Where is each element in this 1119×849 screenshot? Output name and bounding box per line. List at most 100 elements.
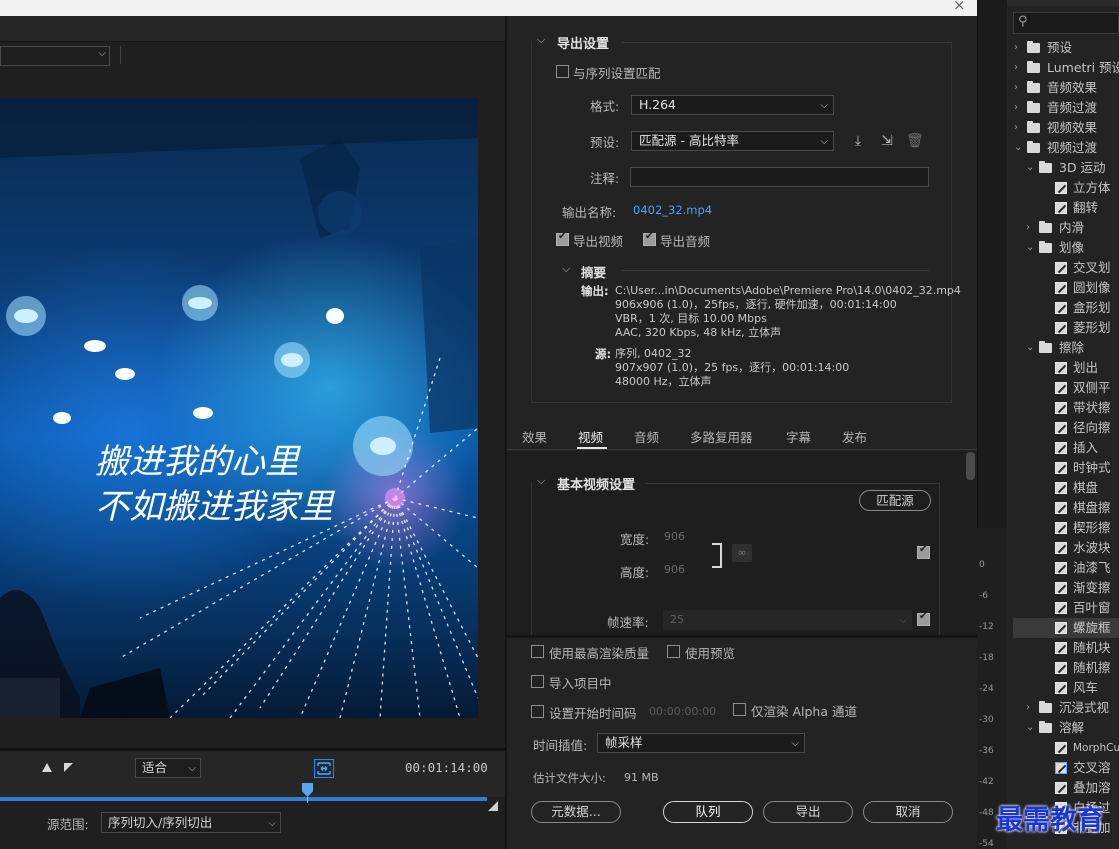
- meter-tick-label: -6: [979, 591, 988, 601]
- effects-tree-item[interactable]: › 沉浸式视: [1013, 698, 1119, 718]
- summary-header[interactable]: ⌵ 摘要: [562, 262, 606, 281]
- effects-tree-item[interactable]: 划出: [1013, 358, 1119, 378]
- time-interpolation-dropdown[interactable]: 帧采样 ⌵: [597, 733, 805, 753]
- output-name-link[interactable]: 0402_32.mp4: [633, 203, 712, 217]
- effects-tree-item[interactable]: 交叉溶: [1013, 758, 1119, 778]
- set-start-timecode-checkbox[interactable]: [531, 705, 544, 718]
- save-preset-icon[interactable]: ⤓: [850, 133, 866, 149]
- effects-tree-item[interactable]: 时钟式: [1013, 458, 1119, 478]
- effects-tree-item[interactable]: 棋盘: [1013, 478, 1119, 498]
- link-icon[interactable]: ∞: [732, 544, 752, 562]
- delete-preset-icon[interactable]: 🗑: [906, 133, 924, 149]
- export-button[interactable]: 导出: [763, 801, 853, 823]
- import-into-project-checkbox[interactable]: [531, 675, 544, 688]
- effects-tree-item[interactable]: 渐变擦: [1013, 578, 1119, 598]
- video-settings-scrollbar[interactable]: [966, 452, 975, 480]
- set-in-point-icon[interactable]: [42, 763, 52, 772]
- chevron-right-icon[interactable]: ›: [1014, 38, 1018, 58]
- tab-multiplexer[interactable]: 多路复用器: [690, 427, 753, 446]
- effects-tree-item[interactable]: 百叶窗: [1013, 598, 1119, 618]
- match-sequence-checkbox[interactable]: [556, 65, 569, 78]
- effects-tree-item[interactable]: MorphCut: [1013, 738, 1119, 758]
- effects-tree-item[interactable]: ⌄ 擦除: [1013, 338, 1119, 358]
- effects-tree-item[interactable]: 楔形擦: [1013, 518, 1119, 538]
- fit-dropdown[interactable]: 适合 ⌵: [135, 758, 201, 778]
- effects-tree-item[interactable]: 圆划像: [1013, 278, 1119, 298]
- chevron-right-icon[interactable]: ›: [1014, 98, 1018, 118]
- width-value[interactable]: 906: [664, 530, 685, 543]
- effects-tree-item[interactable]: 带状擦: [1013, 398, 1119, 418]
- effects-search-input[interactable]: ⚲: [1013, 12, 1119, 34]
- frame-rate-dropdown[interactable]: 25 ⌵: [663, 610, 912, 630]
- chevron-right-icon[interactable]: ›: [1014, 78, 1018, 98]
- tab-captions[interactable]: 字幕: [786, 427, 811, 446]
- max-render-quality-checkbox[interactable]: [531, 645, 544, 658]
- render-alpha-only-checkbox[interactable]: [733, 703, 746, 716]
- comment-input[interactable]: [630, 167, 929, 187]
- set-out-point-icon[interactable]: [64, 763, 73, 772]
- effects-tree-item[interactable]: ⌄ 视频过渡: [1013, 138, 1119, 158]
- effects-tree-item[interactable]: 翻转: [1013, 198, 1119, 218]
- effects-tree-item[interactable]: 双侧平: [1013, 378, 1119, 398]
- metadata-button[interactable]: 元数据...: [531, 801, 621, 823]
- effects-tree-item[interactable]: 随机块: [1013, 638, 1119, 658]
- effects-tree-item[interactable]: › 内滑: [1013, 218, 1119, 238]
- timecode-display[interactable]: 00:01:14:00: [405, 760, 488, 775]
- effects-tree-item[interactable]: ⌄ 溶解: [1013, 718, 1119, 738]
- effects-tree-item[interactable]: 随机擦: [1013, 658, 1119, 678]
- effects-tree-item[interactable]: ⌄ 划像: [1013, 238, 1119, 258]
- effects-tree-item[interactable]: 插入: [1013, 438, 1119, 458]
- render-alpha-only-label: 仅渲染 Alpha 通道: [751, 704, 857, 719]
- chevron-right-icon[interactable]: ›: [1026, 698, 1030, 718]
- effects-tree-item[interactable]: › Lumetri 预设: [1013, 58, 1119, 78]
- effects-tree-item[interactable]: › 预设: [1013, 38, 1119, 58]
- chevron-down-icon[interactable]: ⌄: [1014, 138, 1022, 158]
- export-audio-checkbox[interactable]: [643, 231, 656, 246]
- tab-video[interactable]: 视频: [578, 427, 603, 446]
- summary-source-line-2: 907x907 (1.0)，25 fps，逐行，00:01:14:00: [615, 361, 850, 374]
- close-icon[interactable]: ×: [953, 0, 966, 14]
- tab-publish[interactable]: 发布: [842, 427, 867, 446]
- effects-tree-item[interactable]: 交叉划: [1013, 258, 1119, 278]
- effects-tree-item[interactable]: 螺旋框: [1013, 618, 1119, 638]
- cancel-button[interactable]: 取消: [863, 801, 953, 823]
- effects-tree-item[interactable]: 水波块: [1013, 538, 1119, 558]
- frame-rate-override-checkbox[interactable]: [917, 611, 930, 626]
- import-preset-icon[interactable]: ⇲: [879, 133, 895, 149]
- effects-tree-item[interactable]: › 视频效果: [1013, 118, 1119, 138]
- effects-tree-item[interactable]: › 音频效果: [1013, 78, 1119, 98]
- effects-tree-item[interactable]: 叠加溶: [1013, 778, 1119, 798]
- use-previews-checkbox[interactable]: [667, 645, 680, 658]
- effects-tree-item[interactable]: › 音频过渡: [1013, 98, 1119, 118]
- aspect-correction-icon[interactable]: [314, 759, 334, 778]
- format-dropdown[interactable]: H.264 ⌵: [631, 95, 834, 115]
- effects-tree-item[interactable]: 油漆飞: [1013, 558, 1119, 578]
- preset-dropdown[interactable]: 匹配源 - 高比特率 ⌵: [631, 131, 834, 151]
- chevron-down-icon[interactable]: ⌄: [1026, 158, 1034, 178]
- effects-tree-item[interactable]: 径向擦: [1013, 418, 1119, 438]
- chevron-right-icon[interactable]: ›: [1014, 58, 1018, 78]
- match-source-button[interactable]: 匹配源: [859, 490, 931, 511]
- export-video-checkbox[interactable]: [556, 231, 569, 246]
- chevron-down-icon[interactable]: ⌄: [1026, 338, 1034, 358]
- chevron-right-icon[interactable]: ›: [1026, 218, 1030, 238]
- height-value[interactable]: 906: [664, 563, 685, 576]
- effects-tree-item[interactable]: 风车: [1013, 678, 1119, 698]
- effects-tree-item[interactable]: 棋盘擦: [1013, 498, 1119, 518]
- source-scaling-dropdown[interactable]: ⌵: [0, 46, 110, 66]
- source-range-dropdown[interactable]: 序列切入/序列切出 ⌵: [101, 812, 281, 833]
- tab-audio[interactable]: 音频: [634, 427, 659, 446]
- chevron-down-icon[interactable]: ⌄: [1026, 718, 1034, 738]
- effects-tree-item[interactable]: 盒形划: [1013, 298, 1119, 318]
- chevron-right-icon[interactable]: ›: [1014, 118, 1018, 138]
- effects-tree-item[interactable]: 立方体: [1013, 178, 1119, 198]
- chevron-down-icon[interactable]: ⌄: [1026, 238, 1034, 258]
- effects-tree-item[interactable]: 菱形划: [1013, 318, 1119, 338]
- export-audio-label: 导出音频: [660, 234, 711, 249]
- start-timecode-value[interactable]: 00:00:00:00: [649, 705, 716, 718]
- scrub-track[interactable]: [0, 797, 487, 801]
- width-height-override-checkbox[interactable]: [917, 544, 930, 559]
- queue-button[interactable]: 队列: [663, 801, 753, 823]
- tab-effects[interactable]: 效果: [522, 427, 547, 446]
- effects-tree-item[interactable]: ⌄ 3D 运动: [1013, 158, 1119, 178]
